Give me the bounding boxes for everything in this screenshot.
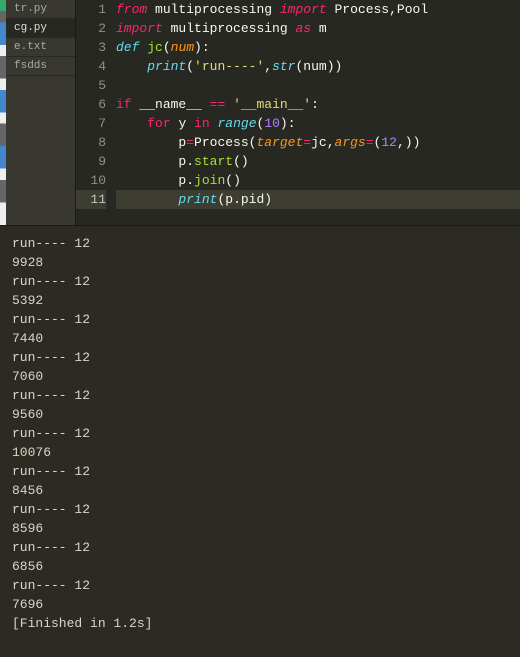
- terminal-line: 9560: [12, 405, 508, 424]
- terminal-line: 6856: [12, 557, 508, 576]
- terminal-line: run---- 12: [12, 310, 508, 329]
- terminal-line: run---- 12: [12, 386, 508, 405]
- editor-area: tr.pycg.pye.txtfsdds 1234567891011 from …: [0, 0, 520, 225]
- line-number: 8: [76, 133, 106, 152]
- code-line[interactable]: import multiprocessing as m: [116, 19, 520, 38]
- code-line[interactable]: p=Process(target=jc,args=(12,)): [116, 133, 520, 152]
- terminal-line: run---- 12: [12, 576, 508, 595]
- line-number: 6: [76, 95, 106, 114]
- terminal-line: run---- 12: [12, 234, 508, 253]
- code-content[interactable]: from multiprocessing import Process,Pool…: [116, 0, 520, 225]
- terminal-line: 8596: [12, 519, 508, 538]
- terminal-output[interactable]: run---- 129928run---- 125392run---- 1274…: [0, 225, 520, 657]
- code-line[interactable]: if __name__ == '__main__':: [116, 95, 520, 114]
- terminal-line: run---- 12: [12, 348, 508, 367]
- code-pane[interactable]: 1234567891011 from multiprocessing impor…: [76, 0, 520, 225]
- terminal-line: 5392: [12, 291, 508, 310]
- terminal-line: run---- 12: [12, 272, 508, 291]
- file-tab[interactable]: cg.py: [6, 19, 75, 38]
- file-tab[interactable]: e.txt: [6, 38, 75, 57]
- code-line[interactable]: p.start(): [116, 152, 520, 171]
- line-gutter: 1234567891011: [76, 0, 116, 225]
- code-line[interactable]: print('run----',str(num)): [116, 57, 520, 76]
- terminal-line: 7440: [12, 329, 508, 348]
- code-line[interactable]: def jc(num):: [116, 38, 520, 57]
- terminal-line: 8456: [12, 481, 508, 500]
- code-line[interactable]: from multiprocessing import Process,Pool: [116, 0, 520, 19]
- terminal-line: 7060: [12, 367, 508, 386]
- code-line[interactable]: [116, 76, 520, 95]
- line-number: 4: [76, 57, 106, 76]
- terminal-line: run---- 12: [12, 462, 508, 481]
- line-number: 5: [76, 76, 106, 95]
- terminal-line: 10076: [12, 443, 508, 462]
- file-tabs-sidebar: tr.pycg.pye.txtfsdds: [6, 0, 76, 225]
- line-number: 3: [76, 38, 106, 57]
- line-number: 11: [76, 190, 106, 209]
- line-number: 2: [76, 19, 106, 38]
- line-number: 9: [76, 152, 106, 171]
- line-number: 7: [76, 114, 106, 133]
- terminal-line: run---- 12: [12, 424, 508, 443]
- line-number: 1: [76, 0, 106, 19]
- terminal-line: [Finished in 1.2s]: [12, 614, 508, 633]
- terminal-line: 9928: [12, 253, 508, 272]
- terminal-line: run---- 12: [12, 538, 508, 557]
- terminal-line: 7696: [12, 595, 508, 614]
- code-line[interactable]: print(p.pid): [116, 190, 520, 209]
- code-line[interactable]: p.join(): [116, 171, 520, 190]
- line-number: 10: [76, 171, 106, 190]
- file-tab[interactable]: fsdds: [6, 57, 75, 76]
- file-tab[interactable]: tr.py: [6, 0, 75, 19]
- code-line[interactable]: for y in range(10):: [116, 114, 520, 133]
- terminal-line: run---- 12: [12, 500, 508, 519]
